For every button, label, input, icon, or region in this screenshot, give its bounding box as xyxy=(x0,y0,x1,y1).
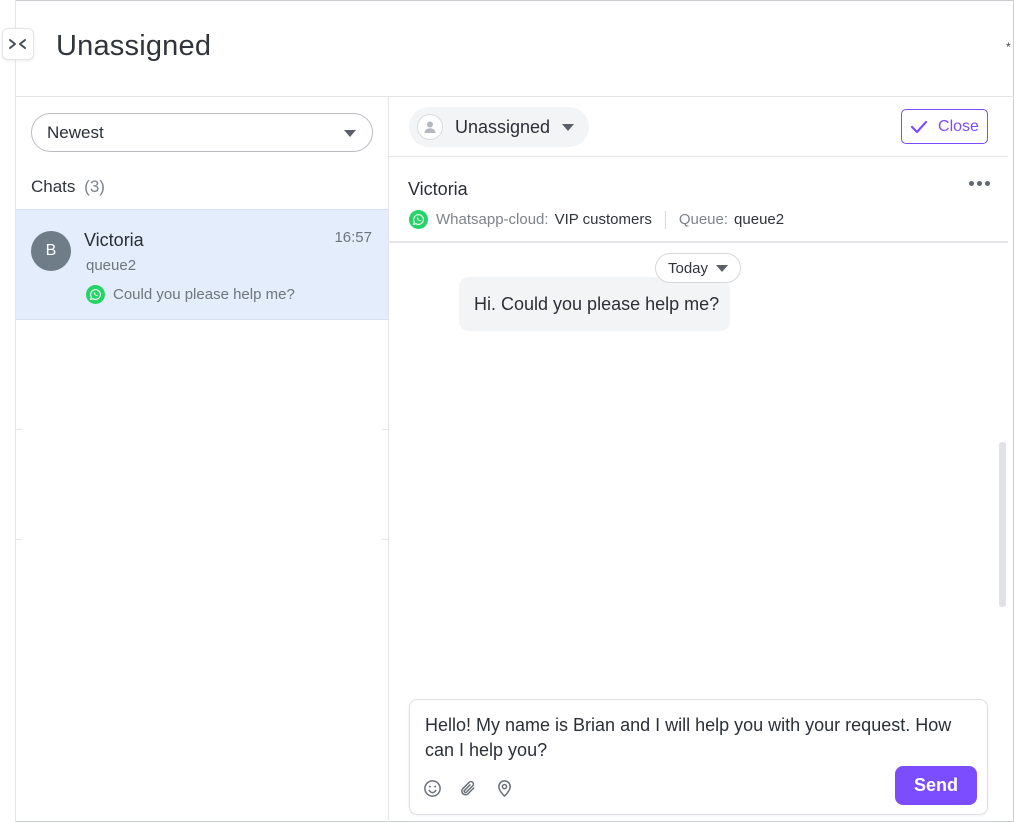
composer-tools xyxy=(422,778,514,798)
assignee-dropdown[interactable]: Unassigned xyxy=(409,107,589,147)
meta-separator xyxy=(664,210,666,229)
send-button[interactable]: Send xyxy=(895,766,977,805)
incoming-message: Hi. Could you please help me? xyxy=(459,277,730,331)
assignee-label: Unassigned xyxy=(455,116,551,137)
toolbar-divider xyxy=(389,156,1008,157)
queue-value: queue2 xyxy=(734,211,785,228)
page-title: Unassigned xyxy=(56,30,212,62)
channel-value: VIP customers xyxy=(554,211,652,228)
attachment-icon[interactable] xyxy=(458,778,478,798)
whatsapp-icon xyxy=(86,285,105,304)
toggle-sidebar-button[interactable] xyxy=(2,28,34,60)
chat-item-time: 16:57 xyxy=(334,229,372,246)
date-chip-label: Today xyxy=(667,259,709,277)
chevron-down-icon xyxy=(716,264,729,272)
contact-name: Victoria xyxy=(408,179,468,199)
chevron-down-icon xyxy=(562,123,575,131)
channel-label: Whatsapp-cloud: xyxy=(436,211,549,228)
contact-divider xyxy=(389,241,1008,243)
more-options-icon[interactable] xyxy=(969,181,990,186)
close-button-label: Close xyxy=(938,117,979,135)
user-icon xyxy=(417,114,443,140)
chat-list-item[interactable]: B Victoria 16:57 queue2 Could you please… xyxy=(16,209,388,320)
divider-tick xyxy=(16,429,22,430)
chat-list-panel: Newest Chats (3) B Victoria 16:57 queue2… xyxy=(16,97,389,822)
divider-tick xyxy=(382,429,388,430)
chat-item-preview: Could you please help me? xyxy=(86,285,295,304)
message-text: Hi. Could you please help me? xyxy=(474,293,720,314)
corner-glyph: * xyxy=(1006,40,1011,54)
chats-label: Chats xyxy=(31,177,76,196)
location-pin-icon[interactable] xyxy=(494,778,514,798)
check-icon xyxy=(910,120,928,133)
chats-heading: Chats (3) xyxy=(31,177,105,197)
avatar: B xyxy=(31,231,71,271)
message-composer[interactable]: Hello! My name is Brian and I will help … xyxy=(409,699,988,815)
conversation-panel: Unassigned Close Victoria Whatsapp-cloud… xyxy=(389,97,1008,822)
date-filter-chip[interactable]: Today xyxy=(655,253,741,283)
chats-count: (3) xyxy=(84,177,105,196)
sort-select-value: Newest xyxy=(47,122,104,142)
left-rail xyxy=(0,0,16,822)
collapse-arrows-icon xyxy=(9,39,26,49)
queue-label: Queue: xyxy=(678,211,729,228)
message-input[interactable]: Hello! My name is Brian and I will help … xyxy=(425,713,975,763)
messages-scrollbar[interactable] xyxy=(999,442,1006,607)
emoji-icon[interactable] xyxy=(422,778,442,798)
chat-item-preview-text: Could you please help me? xyxy=(113,286,295,303)
close-chat-button[interactable]: Close xyxy=(901,109,988,144)
contact-meta: Whatsapp-cloud: VIP customers Queue: que… xyxy=(409,210,784,229)
chat-item-name: Victoria xyxy=(84,230,144,250)
chevron-down-icon xyxy=(344,130,356,137)
divider-tick xyxy=(382,539,388,540)
chat-item-queue: queue2 xyxy=(86,257,137,274)
sort-select[interactable]: Newest xyxy=(31,113,373,152)
whatsapp-icon xyxy=(409,210,428,229)
divider-tick xyxy=(16,539,22,540)
